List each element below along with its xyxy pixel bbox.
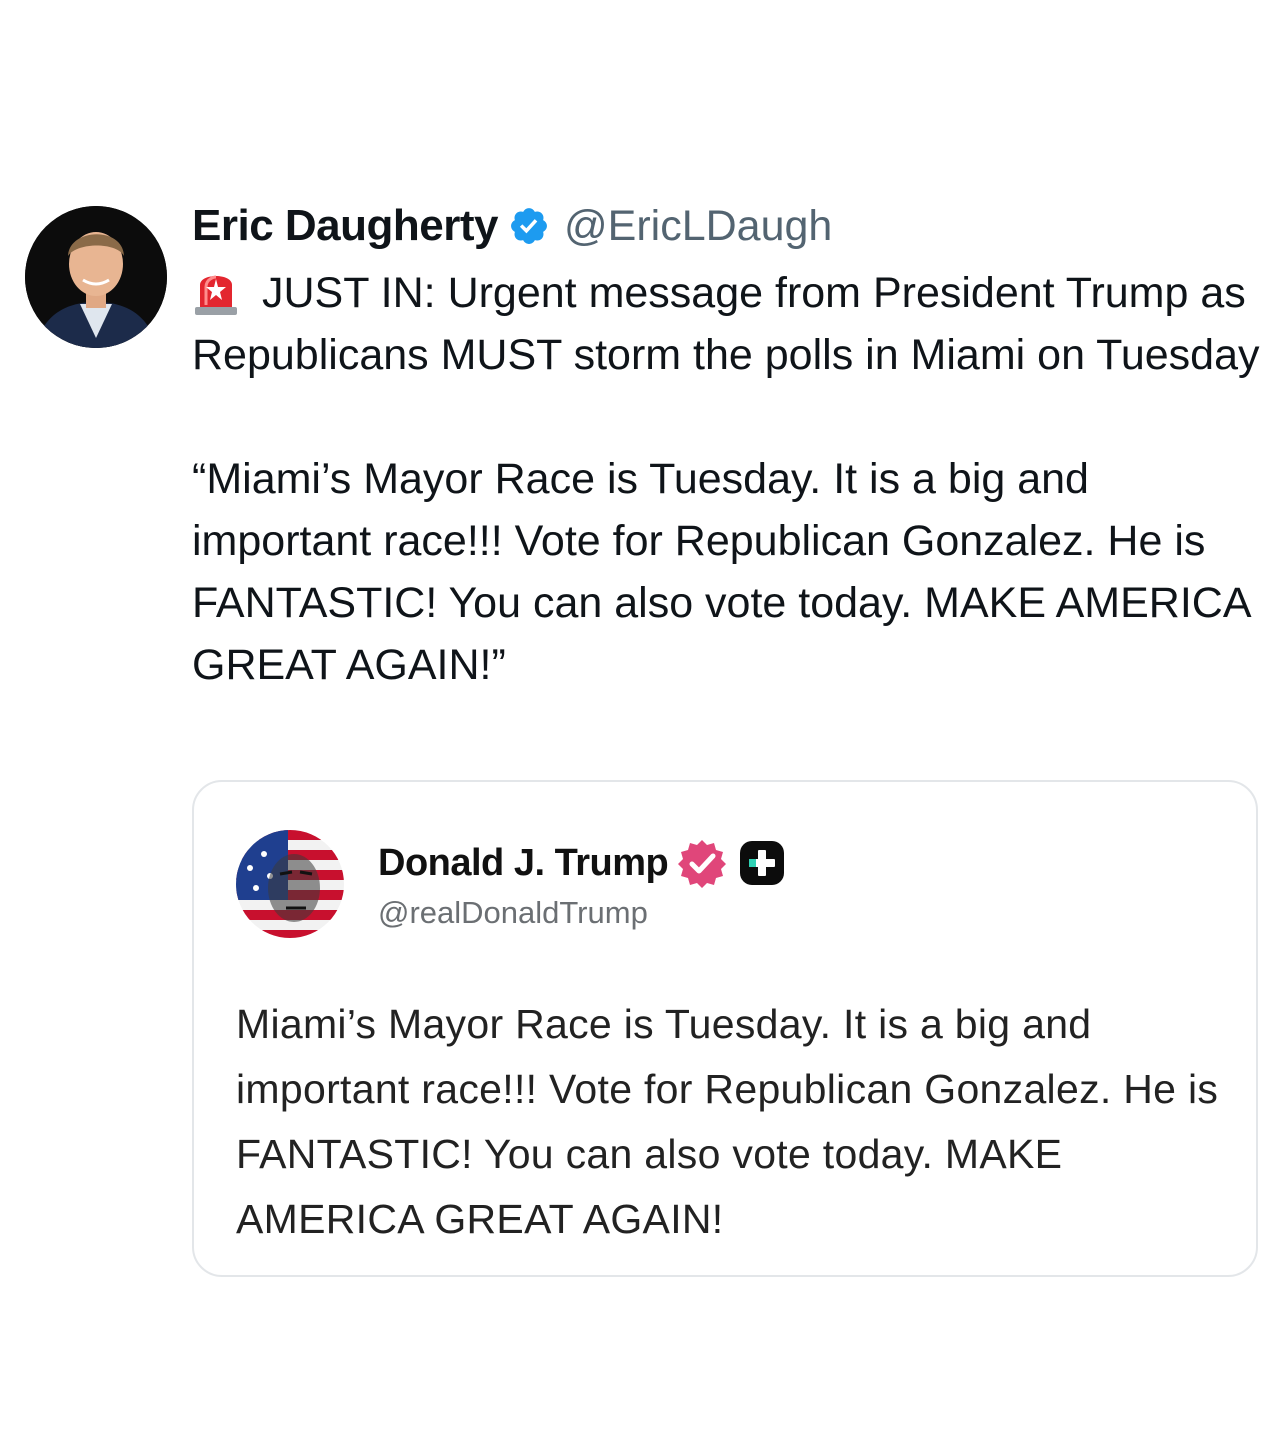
author-avatar[interactable] — [25, 206, 167, 348]
quoted-author-avatar[interactable] — [236, 830, 344, 938]
police-siren-icon — [195, 275, 237, 315]
quoted-author-name[interactable]: Donald J. Trump — [378, 842, 669, 885]
quoted-post-text: Miami’s Mayor Race is Tuesday. It is a b… — [236, 1001, 1219, 1242]
tweet-quote-text: “Miami’s Mayor Race is Tuesday. It is a … — [192, 455, 1262, 689]
tweet-intro-text: JUST IN: Urgent message from President T… — [192, 269, 1260, 379]
quoted-author-handle[interactable]: @realDonaldTrump — [378, 895, 648, 931]
avatar-photo-icon — [25, 206, 167, 348]
author-name[interactable]: Eric Daugherty — [192, 201, 498, 251]
tweet: Eric Daugherty @EricLDaugh JUST IN: Urge… — [0, 0, 1288, 1455]
pink-verified-badge-icon — [678, 840, 727, 888]
quoted-post-header: Donald J. Trump — [378, 837, 786, 889]
verified-badge-icon[interactable] — [508, 205, 550, 247]
author-handle[interactable]: @EricLDaugh — [564, 202, 832, 251]
plus-square-icon — [740, 841, 785, 885]
flag-portrait-avatar-icon — [236, 830, 344, 938]
tweet-header: Eric Daugherty @EricLDaugh — [192, 196, 832, 256]
quoted-post-card[interactable]: Donald J. Trump @realDonaldTrump Miami’s… — [192, 780, 1258, 1277]
tweet-text: JUST IN: Urgent message from President T… — [192, 262, 1267, 696]
